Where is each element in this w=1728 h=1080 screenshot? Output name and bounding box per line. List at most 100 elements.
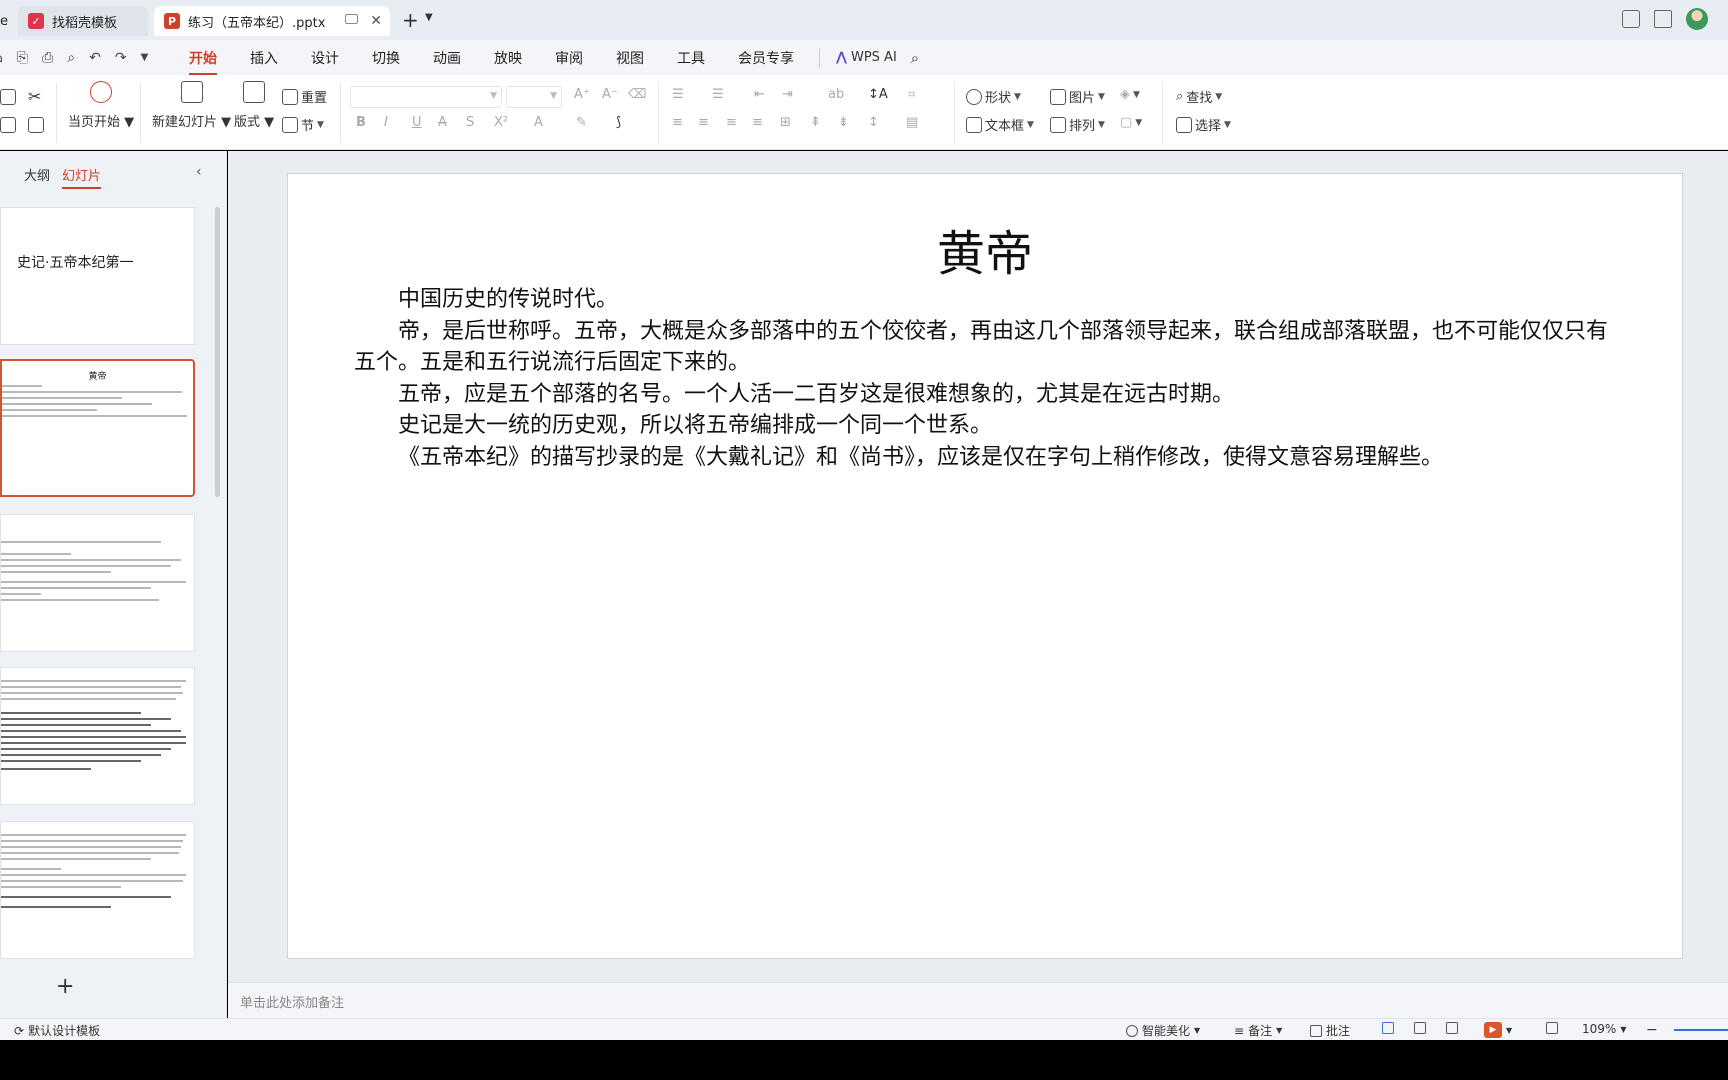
align-center-icon[interactable]: ≡ — [698, 115, 709, 130]
shrink-font-icon[interactable]: A⁻ — [602, 87, 618, 102]
numbering-icon[interactable]: ☰ — [712, 87, 724, 102]
close-icon[interactable]: ✕ — [370, 13, 382, 29]
notes-button[interactable]: ≡ 备注 ▼ — [1234, 1022, 1282, 1039]
slide-thumbnail-5[interactable] — [0, 821, 195, 959]
shape-button[interactable]: 形状 ▼ — [966, 87, 1021, 106]
menu-home[interactable]: 开始 — [189, 48, 217, 75]
tab-partial[interactable]: e — [0, 6, 16, 36]
spacing-icon[interactable]: ↕ — [868, 115, 879, 130]
redo-icon[interactable]: ↷ — [115, 50, 127, 66]
chevron-left-icon[interactable]: ‹ — [196, 164, 202, 180]
section-button[interactable]: 节 ▼ — [282, 115, 324, 134]
slide-thumbnail-1[interactable]: 史记·五帝本纪第一 — [0, 207, 195, 345]
strikethrough-icon[interactable]: A — [438, 115, 447, 130]
fill-icon[interactable]: ◈ ▼ — [1120, 87, 1140, 102]
panel-scrollbar[interactable] — [215, 207, 220, 497]
justify-icon[interactable]: ≡ — [752, 115, 763, 130]
zoom-slider[interactable] — [1674, 1029, 1728, 1031]
reset-button[interactable]: 重置 — [282, 87, 327, 106]
distribute-icon[interactable]: ⊞ — [780, 115, 791, 130]
strike-s-icon[interactable]: S — [466, 115, 474, 130]
undo-icon[interactable]: ↶ — [89, 50, 101, 66]
bold-icon[interactable]: B — [356, 115, 366, 130]
slide-title[interactable]: 黄帝 — [288, 214, 1682, 284]
slideshow-button[interactable]: ▶ ▼ — [1484, 1022, 1512, 1038]
chevron-down-icon[interactable]: ▼ — [141, 52, 149, 63]
cube-icon[interactable] — [1654, 10, 1672, 28]
text-direction-icon[interactable]: ab — [828, 87, 844, 102]
new-tab-icon[interactable]: + — [402, 8, 419, 32]
zoom-out-icon[interactable]: − — [1646, 1022, 1658, 1038]
tab-slides[interactable]: 幻灯片 — [62, 165, 102, 189]
open-icon[interactable]: ⌂ — [0, 50, 3, 66]
current-slide[interactable]: 黄帝 中国历史的传说时代。 帝，是后世称呼。五帝，大概是众多部落中的五个佼佼者，… — [287, 173, 1683, 959]
menu-slideshow[interactable]: 放映 — [494, 48, 522, 68]
zoom-level[interactable]: 109% ▼ — [1582, 1022, 1626, 1036]
slide-thumbnail-4[interactable] — [0, 667, 195, 805]
slide-body-textbox[interactable]: 中国历史的传说时代。 帝，是后世称呼。五帝，大概是众多部落中的五个佼佼者，再由这… — [354, 284, 1624, 473]
menu-view[interactable]: 视图 — [616, 48, 644, 68]
tab-pptx-file[interactable]: P 练习（五帝本纪）.pptx ✕ — [154, 6, 390, 36]
superscript-icon[interactable]: X² — [494, 115, 508, 130]
menu-animations[interactable]: 动画 — [433, 48, 461, 68]
format-painter-icon[interactable] — [0, 117, 16, 133]
outline-icon[interactable]: ▢ ▼ — [1120, 115, 1142, 130]
menu-transitions[interactable]: 切换 — [372, 48, 400, 68]
cut-icon[interactable]: ✂ — [28, 87, 41, 106]
menu-tools[interactable]: 工具 — [677, 48, 705, 68]
italic-icon[interactable]: I — [384, 115, 388, 130]
tab-outline[interactable]: 大纲 — [24, 165, 50, 189]
font-size-select[interactable]: ▼ — [506, 86, 562, 108]
underline-icon[interactable]: U — [412, 115, 422, 130]
font-family-select[interactable]: ▼ — [350, 86, 502, 108]
search-icon[interactable]: ⌕ — [911, 49, 919, 67]
slide-thumbnail-3[interactable] — [0, 514, 195, 652]
monitor-icon[interactable] — [345, 14, 358, 24]
decrease-indent-icon[interactable]: ⇤ — [754, 87, 765, 102]
arrange-button[interactable]: 排列 ▼ — [1050, 115, 1105, 134]
paste-icon[interactable] — [0, 89, 16, 105]
normal-view-icon[interactable] — [1382, 1022, 1394, 1034]
outdent-icon[interactable]: ⇟ — [838, 115, 849, 130]
slide-thumbnail-2[interactable]: 黄帝 — [0, 359, 195, 497]
menu-insert[interactable]: 插入 — [250, 48, 278, 68]
menu-member[interactable]: 会员专享 — [738, 48, 794, 68]
align-right-icon[interactable]: ≡ — [726, 115, 737, 130]
print-icon[interactable]: ⎙ — [42, 50, 53, 66]
chevron-down-icon[interactable]: ▼ — [425, 12, 433, 23]
notes-pane[interactable]: 单击此处添加备注 — [228, 982, 1728, 1018]
comments-button[interactable]: 批注 — [1310, 1022, 1350, 1039]
indent-icon[interactable]: ⇞ — [810, 115, 821, 130]
grid-view-icon[interactable] — [1414, 1022, 1426, 1034]
menu-review[interactable]: 审阅 — [555, 48, 583, 68]
play-current-button[interactable]: 当页开始 ▼ — [68, 81, 134, 130]
columns-icon[interactable]: ▤ — [906, 115, 918, 130]
new-slide-button[interactable]: 新建幻灯片 ▼ — [152, 81, 231, 130]
avatar[interactable] — [1686, 8, 1708, 30]
bullets-icon[interactable]: ☰ — [672, 87, 684, 102]
find-button[interactable]: ⌕ 查找 ▼ — [1176, 87, 1222, 106]
increase-indent-icon[interactable]: ⇥ — [782, 87, 793, 102]
highlight-icon[interactable]: ✎ — [576, 115, 587, 130]
design-template-button[interactable]: ⟳ 默认设计模板 — [14, 1022, 100, 1039]
add-slide-button[interactable]: + — [56, 974, 74, 999]
convert-icon[interactable]: ⌗ — [908, 87, 915, 102]
line-spacing-icon[interactable]: ↕A — [868, 87, 888, 102]
phonetic-icon[interactable]: ⟆ — [616, 115, 621, 130]
textbox-button[interactable]: 文本框 ▼ — [966, 115, 1034, 134]
sidebar-toggle-icon[interactable] — [1622, 10, 1640, 28]
select-button[interactable]: 选择 ▼ — [1176, 115, 1231, 134]
reading-view-icon[interactable] — [1446, 1022, 1458, 1034]
grow-font-icon[interactable]: A⁺ — [574, 87, 590, 102]
fit-window-icon[interactable] — [1546, 1022, 1558, 1034]
align-left-icon[interactable]: ≡ — [672, 115, 683, 130]
copy-icon[interactable] — [28, 117, 44, 133]
clear-format-icon[interactable]: ⌫ — [628, 87, 646, 102]
tab-docer-templates[interactable]: ✓ 找稻壳模板 — [18, 6, 148, 36]
share-icon[interactable]: ⎘ — [17, 50, 28, 66]
preview-icon[interactable]: ⌕ — [67, 50, 75, 66]
menu-design[interactable]: 设计 — [311, 48, 339, 68]
layout-button[interactable]: 版式 ▼ — [234, 81, 274, 130]
font-color-icon[interactable]: A — [534, 115, 543, 130]
beautify-button[interactable]: 智能美化 ▼ — [1126, 1022, 1200, 1039]
